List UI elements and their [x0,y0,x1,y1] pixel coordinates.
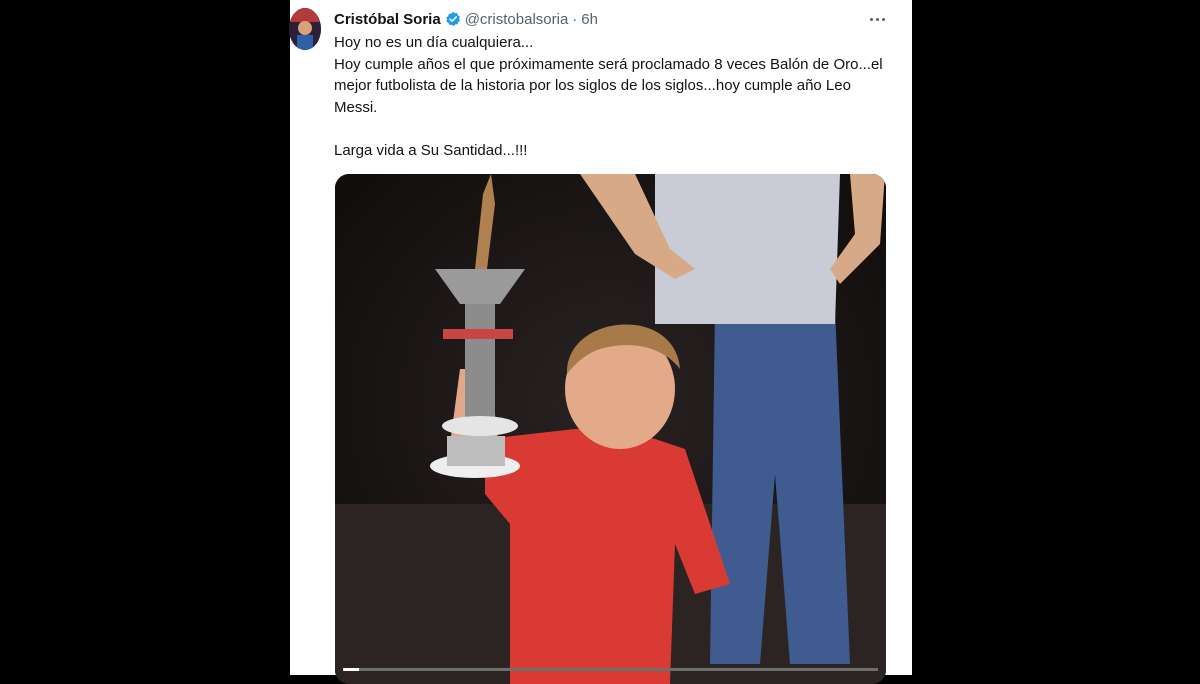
verified-badge-icon [445,11,461,27]
author-name[interactable]: Cristóbal Soria [334,11,441,28]
photo-illustration [335,174,886,684]
timestamp[interactable]: 6h [581,11,598,28]
tweet-text: Hoy no es un día cualquiera... Hoy cumpl… [334,34,883,159]
video-progress-fill [343,668,360,671]
more-options-icon[interactable] [866,10,888,28]
video-progress-bar[interactable] [343,668,878,671]
separator-dot: · [572,10,578,28]
tweet-media-image[interactable] [335,174,886,684]
avatar[interactable] [289,8,321,50]
author-handle[interactable]: @cristobalsoria [465,11,569,28]
tweet-header: Cristóbal Soria @cristobalsoria · 6h [334,9,598,29]
